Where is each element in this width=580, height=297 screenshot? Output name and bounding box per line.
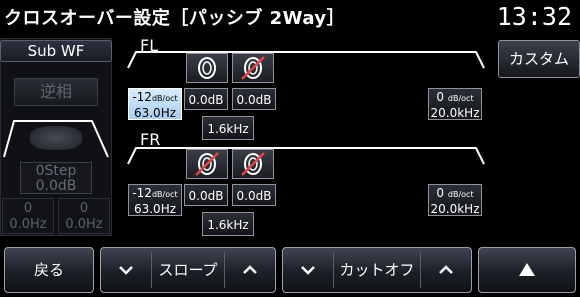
- cutoff-down-button[interactable]: [283, 248, 333, 292]
- chevron-up-icon: [439, 265, 453, 274]
- fr-hpf-box[interactable]: -12dB/oct 63.0Hz: [128, 184, 182, 216]
- fr-lpf-box[interactable]: 0 dB/oct 20.0kHz: [428, 184, 482, 216]
- speaker-muted-icon: [195, 152, 219, 176]
- slope-control-group: スロープ: [100, 247, 276, 293]
- fr-lpf-freq: 20.0kHz: [430, 202, 480, 216]
- slope-down-button[interactable]: [101, 248, 151, 292]
- fr-crossover-freq[interactable]: 1.6kHz: [202, 212, 254, 236]
- chevron-down-icon: [119, 266, 133, 275]
- speaker-muted-icon: [241, 152, 265, 176]
- cutoff-control-group: カットオフ: [282, 247, 472, 293]
- scroll-up-button[interactable]: [478, 247, 576, 293]
- custom-button[interactable]: カスタム: [498, 40, 580, 78]
- fr-woofer-speaker-button[interactable]: [232, 149, 274, 179]
- fr-hpf-freq: 63.0Hz: [133, 202, 177, 216]
- slope-label: スロープ: [158, 261, 218, 279]
- chevron-up-icon: [243, 265, 257, 274]
- fr-hpf-slope: -12dB/oct: [132, 186, 178, 200]
- cutoff-up-button[interactable]: [421, 248, 471, 292]
- fr-tweeter-speaker-button[interactable]: [186, 149, 228, 179]
- back-button[interactable]: 戻る: [4, 247, 94, 293]
- cutoff-label: カットオフ: [339, 261, 415, 279]
- fr-curve: [127, 147, 485, 165]
- chevron-down-icon: [301, 266, 315, 275]
- slope-up-button[interactable]: [225, 248, 275, 292]
- fr-level-2[interactable]: 0.0dB: [232, 184, 276, 206]
- fr-level-1[interactable]: 0.0dB: [184, 184, 228, 206]
- fr-lpf-slope: 0 dB/oct: [436, 186, 474, 200]
- triangle-up-icon: [519, 263, 535, 276]
